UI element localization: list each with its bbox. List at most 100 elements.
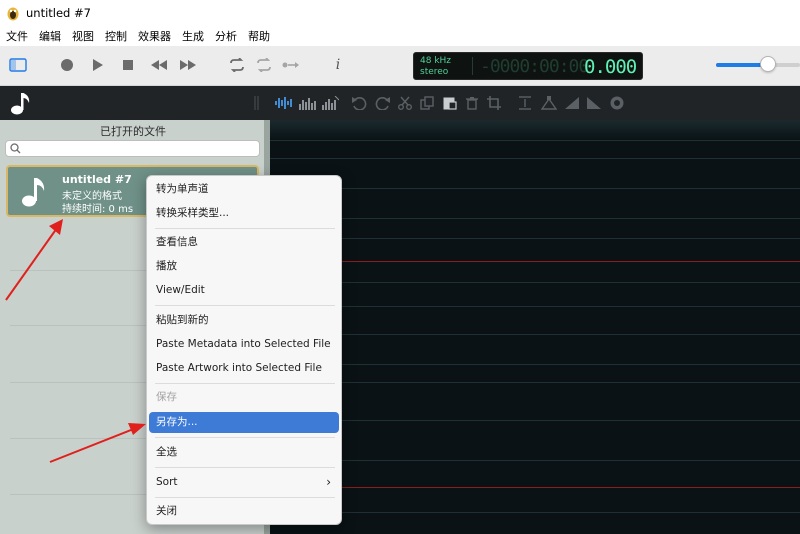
menu-analyze[interactable]: 分析 — [215, 28, 237, 44]
play-icon — [93, 59, 103, 71]
copy-icon — [420, 96, 434, 110]
menu-paste-to-new[interactable]: 粘贴到新的 — [149, 310, 339, 331]
menu-select-all[interactable]: 全选 — [149, 442, 339, 463]
menu-sort-label: Sort — [156, 476, 178, 488]
record-button[interactable] — [58, 56, 76, 74]
search-input[interactable] — [5, 140, 260, 157]
menu-close[interactable]: 关闭 — [149, 501, 339, 522]
rewind-icon — [151, 60, 167, 70]
menu-convert-sample-type[interactable]: 转换采样类型... — [149, 203, 339, 224]
editor-toolbar — [0, 86, 800, 120]
time-ghost-digits: -0000:00:00 — [480, 56, 589, 77]
grid-line — [270, 238, 800, 239]
menu-convert-mono[interactable]: 转为单声道 — [149, 179, 339, 200]
menu-paste-artwork[interactable]: Paste Artwork into Selected File — [149, 358, 339, 379]
menu-separator — [155, 497, 335, 498]
menu-separator — [155, 305, 335, 306]
normalize-icon — [541, 96, 557, 110]
sample-rate: 48 kHz — [420, 56, 452, 66]
jump-button[interactable] — [280, 56, 302, 74]
search-icon — [10, 143, 21, 154]
menu-sort[interactable]: Sort › — [149, 472, 339, 493]
menu-generate[interactable]: 生成 — [182, 28, 204, 44]
current-time: 0.000 — [584, 56, 637, 78]
fade-out-button[interactable] — [585, 95, 603, 111]
file-name: untitled #7 — [62, 173, 132, 186]
context-menu: 转为单声道 转换采样类型... 查看信息 播放 View/Edit 粘贴到新的 … — [146, 175, 342, 525]
rewind-button[interactable] — [149, 56, 169, 74]
menu-file[interactable]: 文件 — [6, 28, 28, 44]
loop-selection-button[interactable] — [253, 56, 275, 74]
waveform-ruler — [270, 120, 800, 140]
stop-icon — [123, 60, 133, 70]
copy-button[interactable] — [418, 95, 436, 111]
music-note-icon — [11, 93, 30, 115]
menu-separator — [155, 228, 335, 229]
fade-in-button[interactable] — [563, 95, 581, 111]
info-button[interactable]: i — [330, 56, 346, 74]
menu-save-as[interactable]: 另存为... — [149, 412, 339, 433]
grid-line — [270, 364, 800, 365]
spectrogram-view-button[interactable] — [320, 95, 340, 111]
play-button[interactable] — [89, 56, 107, 74]
menu-separator — [155, 437, 335, 438]
menu-help[interactable]: 帮助 — [248, 28, 270, 44]
grid-line — [270, 512, 800, 513]
menu-separator — [155, 467, 335, 468]
toggle-sidebar-button[interactable] — [8, 56, 28, 74]
channel-center-line — [270, 261, 800, 262]
normalize-button[interactable] — [540, 95, 558, 111]
toolbar: i 48 kHz stereo -0000:00:00 0.000 — [0, 46, 800, 86]
menu-separator — [155, 383, 335, 384]
menu-view[interactable]: 视图 — [72, 28, 94, 44]
grid-line — [270, 158, 800, 159]
fast-forward-button[interactable] — [178, 56, 198, 74]
crop-icon — [487, 96, 501, 110]
trim-silence-button[interactable] — [516, 95, 534, 111]
undo-button[interactable] — [350, 95, 368, 111]
loop-button[interactable] — [226, 56, 248, 74]
menu-effects[interactable]: 效果器 — [138, 28, 171, 44]
lcd-divider — [472, 57, 473, 75]
grid-line — [270, 306, 800, 307]
window-title: untitled #7 — [26, 6, 91, 20]
grid-line — [270, 188, 800, 189]
waveform-area[interactable] — [270, 120, 800, 534]
spectrum-view-button[interactable] — [297, 95, 317, 111]
menu-play[interactable]: 播放 — [149, 256, 339, 277]
jump-icon — [282, 62, 299, 68]
menu-edit[interactable]: 编辑 — [39, 28, 61, 44]
cut-button[interactable] — [396, 95, 414, 111]
sidebar-icon — [9, 58, 27, 72]
delete-button[interactable] — [463, 95, 481, 111]
effects-button[interactable] — [608, 95, 626, 111]
grid-line — [270, 382, 800, 383]
grid-line — [270, 460, 800, 461]
paste-icon — [443, 97, 457, 110]
redo-button[interactable] — [374, 95, 392, 111]
app-logo-icon — [7, 7, 19, 21]
waveform-icon — [275, 97, 292, 109]
fade-in-icon — [565, 97, 579, 109]
paste-button[interactable] — [441, 95, 459, 111]
grid-line — [270, 420, 800, 421]
menu-control[interactable]: 控制 — [105, 28, 127, 44]
crop-button[interactable] — [485, 95, 503, 111]
chevron-right-icon: › — [326, 475, 331, 489]
volume-slider[interactable] — [716, 63, 800, 67]
trash-icon — [466, 97, 478, 110]
grid-line — [270, 334, 800, 335]
menu-view-edit[interactable]: View/Edit — [149, 280, 339, 301]
menu-get-info[interactable]: 查看信息 — [149, 232, 339, 253]
loop-selection-icon — [257, 58, 271, 72]
stop-button[interactable] — [119, 56, 137, 74]
channel-mode: stereo — [420, 67, 449, 77]
grid-line — [270, 282, 800, 283]
fade-out-icon — [587, 97, 601, 109]
menu-paste-metadata[interactable]: Paste Metadata into Selected File — [149, 334, 339, 355]
scissors-icon — [398, 96, 412, 110]
volume-knob[interactable] — [760, 56, 777, 72]
sidebar-header: 已打开的文件 — [100, 125, 166, 138]
effects-icon — [610, 96, 624, 110]
waveform-view-button[interactable] — [273, 95, 293, 111]
